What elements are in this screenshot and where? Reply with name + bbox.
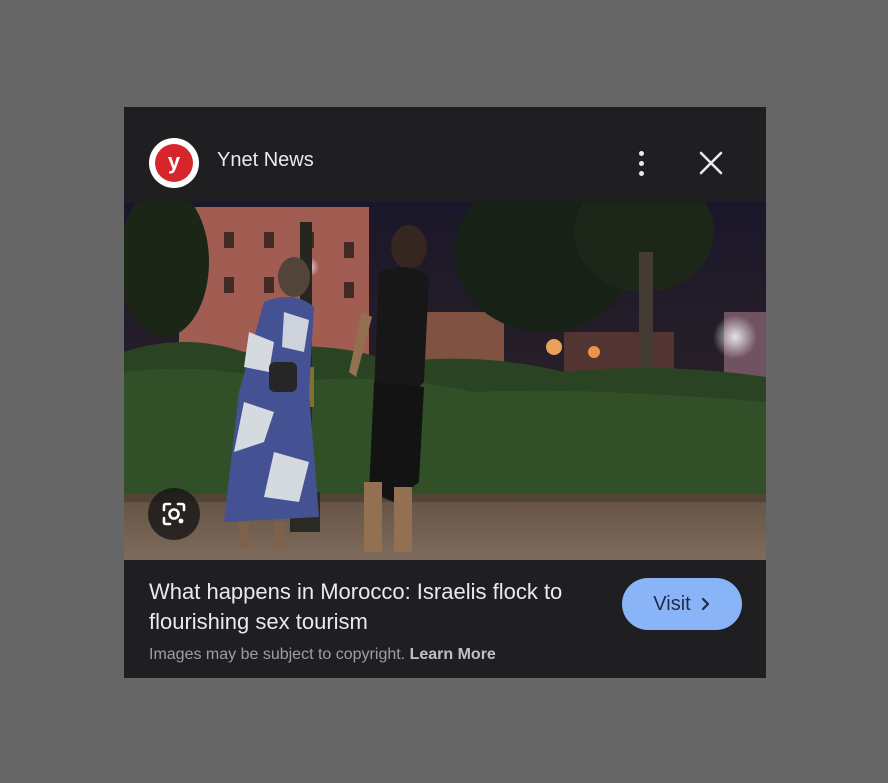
visit-label: Visit (653, 592, 691, 615)
card-header: y Ynet News (124, 107, 766, 202)
night-street-photo (124, 202, 766, 560)
ynet-logo: y (149, 138, 199, 188)
ynet-logo-letter: y (155, 144, 193, 182)
learn-more-link[interactable]: Learn More (410, 646, 496, 663)
source-name[interactable]: Ynet News (217, 149, 314, 172)
headline[interactable]: What happens in Morocco: Israelis flock … (149, 577, 609, 637)
visit-button[interactable]: Visit (622, 578, 742, 630)
preview-image[interactable] (124, 202, 766, 560)
image-preview-card: y Ynet News What happens in Morocco: Isr… (124, 107, 766, 678)
close-icon (699, 151, 723, 175)
copyright-notice: Images may be subject to copyright. Lear… (149, 646, 496, 664)
google-lens-button[interactable] (148, 488, 200, 540)
chevron-right-icon (701, 597, 709, 611)
copyright-text: Images may be subject to copyright. (149, 646, 406, 663)
lens-icon (162, 502, 186, 526)
more-vert-icon (638, 150, 644, 156)
close-button[interactable] (696, 148, 726, 178)
more-options-button[interactable] (628, 146, 654, 180)
